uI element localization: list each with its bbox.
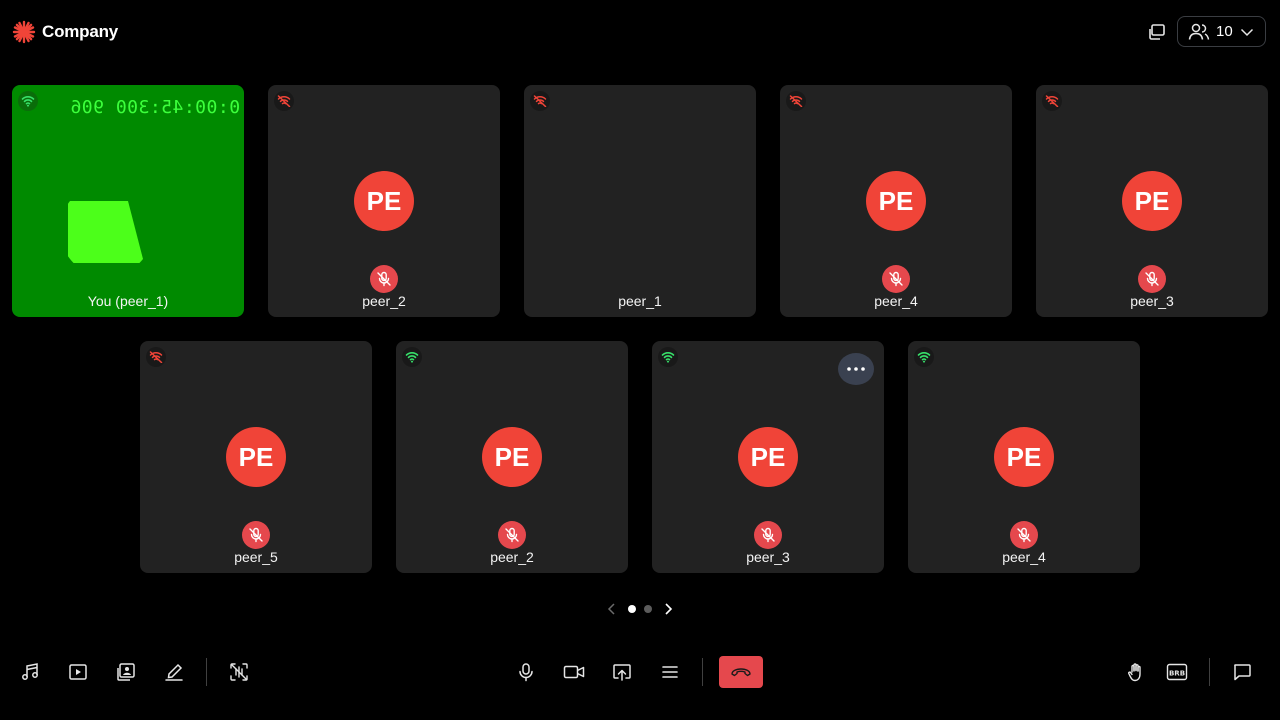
network-poor-icon <box>274 91 294 111</box>
chat-button[interactable] <box>1226 656 1258 688</box>
whiteboard-button[interactable] <box>158 656 190 688</box>
brb-icon: BRB <box>1166 663 1188 681</box>
network-poor-icon <box>1042 91 1062 111</box>
noise-filter-button[interactable] <box>223 656 255 688</box>
video-tile[interactable]: PE peer_2 <box>396 341 628 573</box>
video-tile[interactable]: PE peer_3 <box>652 341 884 573</box>
network-good-icon <box>914 347 934 367</box>
video-tile[interactable]: peer_1 <box>524 85 756 317</box>
participants-button[interactable]: 10 <box>1177 16 1266 47</box>
brand-name: Company <box>42 22 119 41</box>
network-good-icon <box>658 347 678 367</box>
brand-logo: Company <box>12 20 118 44</box>
microphone-button[interactable] <box>510 656 542 688</box>
starburst-icon <box>12 20 36 44</box>
mic-muted-icon <box>498 521 526 549</box>
network-poor-icon <box>530 91 550 111</box>
raise-hand-button[interactable] <box>1120 656 1152 688</box>
chevron-left-icon[interactable] <box>604 601 620 617</box>
menu-button[interactable] <box>654 656 686 688</box>
test-video-timecode: 0:00:45:300 906 <box>69 97 240 118</box>
participant-name: peer_3 <box>1130 293 1174 309</box>
virtual-background-button[interactable] <box>110 656 142 688</box>
participant-name: peer_2 <box>362 293 406 309</box>
participant-name: peer_5 <box>234 549 278 565</box>
mic-muted-icon <box>370 265 398 293</box>
pip-icon <box>1149 24 1165 40</box>
network-poor-icon <box>146 347 166 367</box>
network-poor-icon <box>786 91 806 111</box>
video-tile[interactable]: PE peer_5 <box>140 341 372 573</box>
camera-icon <box>563 665 585 679</box>
page-dot-active[interactable] <box>628 605 636 613</box>
svg-text:BRB: BRB <box>1169 670 1185 678</box>
divider <box>1209 658 1210 686</box>
leave-call-button[interactable] <box>719 656 763 688</box>
avatar: PE <box>738 427 798 487</box>
chevron-down-icon <box>1240 28 1253 36</box>
music-button[interactable] <box>14 656 46 688</box>
microphone-icon <box>519 663 533 682</box>
mic-muted-icon <box>242 521 270 549</box>
screen-share-button[interactable] <box>606 656 638 688</box>
video-tile[interactable]: PE peer_2 <box>268 85 500 317</box>
test-pattern-shape <box>68 201 143 263</box>
camera-button[interactable] <box>558 656 590 688</box>
avatar: PE <box>994 427 1054 487</box>
network-good-icon <box>18 91 38 111</box>
menu-icon <box>662 666 678 678</box>
more-options-button[interactable] <box>838 353 874 385</box>
video-playlist-button[interactable] <box>62 656 94 688</box>
divider <box>206 658 207 686</box>
screen-share-icon <box>613 664 631 681</box>
virtual-background-icon <box>117 663 135 681</box>
whiteboard-pen-icon <box>165 663 183 681</box>
raise-hand-icon <box>1128 663 1141 682</box>
participant-name: peer_1 <box>618 293 662 309</box>
avatar: PE <box>226 427 286 487</box>
noise-filter-icon <box>230 663 248 681</box>
divider <box>702 658 703 686</box>
music-icon <box>22 663 38 680</box>
video-tile[interactable]: PE peer_4 <box>908 341 1140 573</box>
pagination <box>600 600 680 618</box>
video-tile-local[interactable]: 0:00:45:300 906 You (peer_1) <box>12 85 244 317</box>
more-horizontal-icon <box>847 367 865 371</box>
top-bar: Company 10 <box>0 0 1280 64</box>
mic-muted-icon <box>1010 521 1038 549</box>
picture-in-picture-button[interactable] <box>1145 20 1169 44</box>
participant-name: peer_4 <box>1002 549 1046 565</box>
video-tile[interactable]: PE peer_4 <box>780 85 1012 317</box>
page-dot[interactable] <box>644 605 652 613</box>
brb-button[interactable]: BRB <box>1161 656 1193 688</box>
participant-name: peer_2 <box>490 549 534 565</box>
avatar: PE <box>866 171 926 231</box>
chevron-right-icon[interactable] <box>660 601 676 617</box>
participant-name: peer_4 <box>874 293 918 309</box>
video-playlist-icon <box>69 664 87 680</box>
participant-name: You (peer_1) <box>87 293 169 309</box>
video-tile[interactable]: PE peer_3 <box>1036 85 1268 317</box>
control-bar: BRB <box>0 640 1280 704</box>
leave-call-icon <box>731 668 751 677</box>
participant-name: peer_3 <box>746 549 790 565</box>
avatar: PE <box>1122 171 1182 231</box>
participants-count: 10 <box>1216 23 1233 40</box>
chat-icon <box>1234 664 1251 681</box>
mic-muted-icon <box>754 521 782 549</box>
mic-muted-icon <box>1138 265 1166 293</box>
people-icon <box>1188 23 1210 40</box>
mic-muted-icon <box>882 265 910 293</box>
avatar: PE <box>354 171 414 231</box>
avatar: PE <box>482 427 542 487</box>
network-good-icon <box>402 347 422 367</box>
